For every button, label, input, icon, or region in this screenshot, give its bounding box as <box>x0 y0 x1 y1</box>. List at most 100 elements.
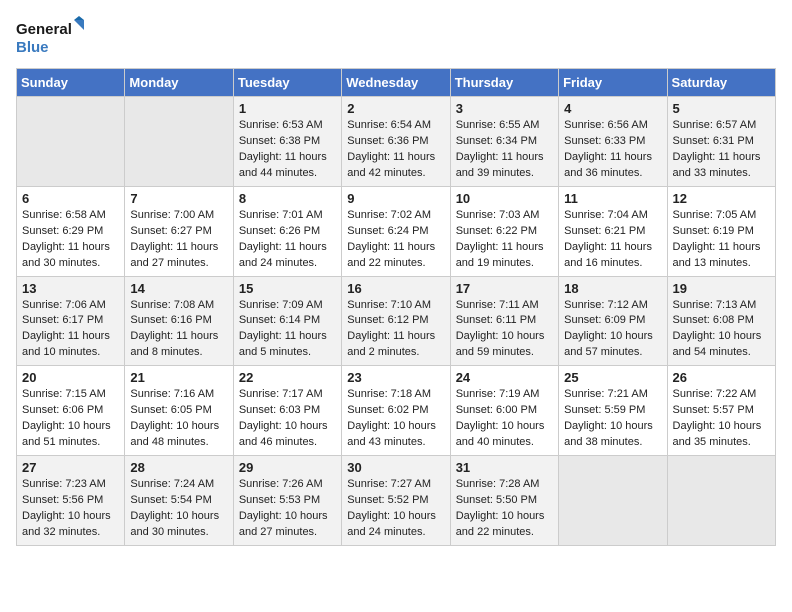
day-info: Sunrise: 7:13 AMSunset: 6:08 PMDaylight:… <box>673 298 770 362</box>
day-number: 15 <box>239 281 336 296</box>
svg-text:Blue: Blue <box>16 39 49 56</box>
day-number: 16 <box>347 281 444 296</box>
calendar-cell: 8 Sunrise: 7:01 AMSunset: 6:26 PMDaylight… <box>233 186 341 276</box>
day-info: Sunrise: 7:27 AMSunset: 5:52 PMDaylight:… <box>347 477 444 541</box>
day-number: 28 <box>130 460 227 475</box>
day-number: 30 <box>347 460 444 475</box>
day-info: Sunrise: 7:00 AMSunset: 6:27 PMDaylight:… <box>130 208 227 272</box>
day-number: 4 <box>564 101 661 116</box>
calendar-cell: 4 Sunrise: 6:56 AMSunset: 6:33 PMDaylight… <box>559 97 667 187</box>
day-info: Sunrise: 7:22 AMSunset: 5:57 PMDaylight:… <box>673 387 770 451</box>
calendar-week-row: 6 Sunrise: 6:58 AMSunset: 6:29 PMDaylight… <box>17 186 776 276</box>
day-number: 14 <box>130 281 227 296</box>
day-info: Sunrise: 7:17 AMSunset: 6:03 PMDaylight:… <box>239 387 336 451</box>
day-of-week-header: Sunday <box>17 69 125 97</box>
day-info: Sunrise: 7:01 AMSunset: 6:26 PMDaylight:… <box>239 208 336 272</box>
calendar-cell: 16 Sunrise: 7:10 AMSunset: 6:12 PMDayligh… <box>342 276 450 366</box>
calendar-cell: 2Sunrise: 6:54 AMSunset: 6:36 PMDaylight… <box>342 97 450 187</box>
calendar-cell: 23Sunrise: 7:18 AMSunset: 6:02 PMDayligh… <box>342 366 450 456</box>
day-info: Sunrise: 7:11 AMSunset: 6:11 PMDaylight:… <box>456 298 553 362</box>
page-header: General Blue <box>16 16 776 60</box>
day-info: Sunrise: 7:06 AMSunset: 6:17 PMDaylight:… <box>22 298 119 362</box>
calendar-cell: 25 Sunrise: 7:21 AMSunset: 5:59 PMDayligh… <box>559 366 667 456</box>
day-info: Sunrise: 7:02 AMSunset: 6:24 PMDaylight:… <box>347 208 444 272</box>
day-number: 20 <box>22 370 119 385</box>
day-info: Sunrise: 7:04 AMSunset: 6:21 PMDaylight:… <box>564 208 661 272</box>
day-number: 6 <box>22 191 119 206</box>
logo: General Blue <box>16 16 86 60</box>
calendar-cell: 10 Sunrise: 7:03 AMSunset: 6:22 PMDayligh… <box>450 186 558 276</box>
day-number: 19 <box>673 281 770 296</box>
calendar-cell: 3 Sunrise: 6:55 AMSunset: 6:34 PMDaylight… <box>450 97 558 187</box>
day-number: 27 <box>22 460 119 475</box>
day-number: 5 <box>673 101 770 116</box>
day-info: Sunrise: 7:24 AMSunset: 5:54 PMDaylight:… <box>130 477 227 541</box>
day-info: Sunrise: 6:54 AMSunset: 6:36 PMDaylight:… <box>347 118 444 182</box>
calendar-cell <box>17 97 125 187</box>
day-info: Sunrise: 7:09 AMSunset: 6:14 PMDaylight:… <box>239 298 336 362</box>
day-info: Sunrise: 7:19 AMSunset: 6:00 PMDaylight:… <box>456 387 553 451</box>
calendar-cell: 6 Sunrise: 6:58 AMSunset: 6:29 PMDaylight… <box>17 186 125 276</box>
day-of-week-header: Tuesday <box>233 69 341 97</box>
day-info: Sunrise: 7:08 AMSunset: 6:16 PMDaylight:… <box>130 298 227 362</box>
day-info: Sunrise: 7:10 AMSunset: 6:12 PMDaylight:… <box>347 298 444 362</box>
day-info: Sunrise: 6:58 AMSunset: 6:29 PMDaylight:… <box>22 208 119 272</box>
day-info: Sunrise: 7:18 AMSunset: 6:02 PMDaylight:… <box>347 387 444 451</box>
day-info: Sunrise: 7:21 AMSunset: 5:59 PMDaylight:… <box>564 387 661 451</box>
day-info: Sunrise: 7:16 AMSunset: 6:05 PMDaylight:… <box>130 387 227 451</box>
day-number: 9 <box>347 191 444 206</box>
day-number: 25 <box>564 370 661 385</box>
day-of-week-header: Friday <box>559 69 667 97</box>
calendar-cell: 18 Sunrise: 7:12 AMSunset: 6:09 PMDayligh… <box>559 276 667 366</box>
day-info: Sunrise: 7:28 AMSunset: 5:50 PMDaylight:… <box>456 477 553 541</box>
calendar-week-row: 20 Sunrise: 7:15 AMSunset: 6:06 PMDayligh… <box>17 366 776 456</box>
calendar-cell: 15 Sunrise: 7:09 AMSunset: 6:14 PMDayligh… <box>233 276 341 366</box>
calendar-cell: 13 Sunrise: 7:06 AMSunset: 6:17 PMDayligh… <box>17 276 125 366</box>
day-info: Sunrise: 7:15 AMSunset: 6:06 PMDaylight:… <box>22 387 119 451</box>
day-info: Sunrise: 6:53 AMSunset: 6:38 PMDaylight:… <box>239 118 336 182</box>
calendar-cell: 27 Sunrise: 7:23 AMSunset: 5:56 PMDayligh… <box>17 456 125 546</box>
day-number: 17 <box>456 281 553 296</box>
calendar-cell: 26Sunrise: 7:22 AMSunset: 5:57 PMDayligh… <box>667 366 775 456</box>
day-number: 22 <box>239 370 336 385</box>
calendar-cell <box>559 456 667 546</box>
calendar-cell: 22 Sunrise: 7:17 AMSunset: 6:03 PMDayligh… <box>233 366 341 456</box>
day-info: Sunrise: 6:55 AMSunset: 6:34 PMDaylight:… <box>456 118 553 182</box>
calendar-cell <box>667 456 775 546</box>
day-info: Sunrise: 7:23 AMSunset: 5:56 PMDaylight:… <box>22 477 119 541</box>
day-of-week-header: Thursday <box>450 69 558 97</box>
day-info: Sunrise: 6:57 AMSunset: 6:31 PMDaylight:… <box>673 118 770 182</box>
svg-text:General: General <box>16 21 72 38</box>
day-number: 11 <box>564 191 661 206</box>
calendar-cell: 14 Sunrise: 7:08 AMSunset: 6:16 PMDayligh… <box>125 276 233 366</box>
calendar-cell: 20 Sunrise: 7:15 AMSunset: 6:06 PMDayligh… <box>17 366 125 456</box>
day-info: Sunrise: 7:26 AMSunset: 5:53 PMDaylight:… <box>239 477 336 541</box>
day-number: 8 <box>239 191 336 206</box>
day-of-week-header: Wednesday <box>342 69 450 97</box>
calendar-cell: 29 Sunrise: 7:26 AMSunset: 5:53 PMDayligh… <box>233 456 341 546</box>
calendar-cell: 28 Sunrise: 7:24 AMSunset: 5:54 PMDayligh… <box>125 456 233 546</box>
day-of-week-header: Saturday <box>667 69 775 97</box>
calendar-table: SundayMondayTuesdayWednesdayThursdayFrid… <box>16 68 776 546</box>
day-number: 10 <box>456 191 553 206</box>
day-number: 12 <box>673 191 770 206</box>
day-of-week-header: Monday <box>125 69 233 97</box>
day-number: 18 <box>564 281 661 296</box>
day-info: Sunrise: 7:05 AMSunset: 6:19 PMDaylight:… <box>673 208 770 272</box>
day-info: Sunrise: 7:12 AMSunset: 6:09 PMDaylight:… <box>564 298 661 362</box>
day-number: 29 <box>239 460 336 475</box>
day-number: 3 <box>456 101 553 116</box>
logo-svg: General Blue <box>16 16 86 60</box>
calendar-cell: 7 Sunrise: 7:00 AMSunset: 6:27 PMDaylight… <box>125 186 233 276</box>
calendar-cell: 1 Sunrise: 6:53 AMSunset: 6:38 PMDaylight… <box>233 97 341 187</box>
calendar-cell: 17 Sunrise: 7:11 AMSunset: 6:11 PMDayligh… <box>450 276 558 366</box>
day-info: Sunrise: 7:03 AMSunset: 6:22 PMDaylight:… <box>456 208 553 272</box>
day-number: 24 <box>456 370 553 385</box>
calendar-cell: 31Sunrise: 7:28 AMSunset: 5:50 PMDayligh… <box>450 456 558 546</box>
day-number: 7 <box>130 191 227 206</box>
day-number: 1 <box>239 101 336 116</box>
day-number: 13 <box>22 281 119 296</box>
day-info: Sunrise: 6:56 AMSunset: 6:33 PMDaylight:… <box>564 118 661 182</box>
calendar-header: SundayMondayTuesdayWednesdayThursdayFrid… <box>17 69 776 97</box>
calendar-cell: 12 Sunrise: 7:05 AMSunset: 6:19 PMDayligh… <box>667 186 775 276</box>
